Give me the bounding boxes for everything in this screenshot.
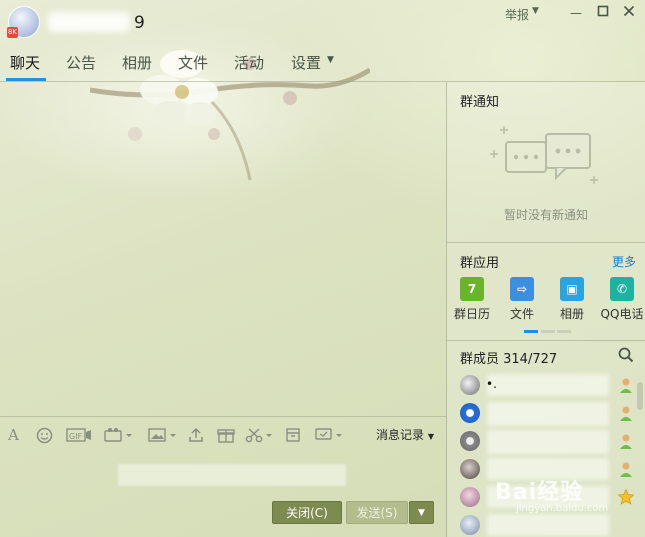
send-button[interactable]: 发送(S) — [346, 501, 408, 524]
members-scrollbar[interactable] — [637, 382, 643, 410]
app-label: QQ电话 — [600, 307, 644, 321]
tab-settings[interactable]: 设置 — [291, 52, 321, 73]
feedback-icon[interactable] — [315, 427, 345, 443]
album-icon: ▣ — [560, 277, 584, 301]
app-album[interactable]: ▣ 相册 — [548, 277, 596, 322]
member-role-icon — [620, 434, 632, 449]
phone-icon: ✆ — [610, 277, 634, 301]
message-area[interactable] — [0, 82, 446, 416]
empty-notice-illustration — [490, 126, 598, 184]
close-icon[interactable] — [621, 5, 637, 21]
avatar — [460, 375, 480, 395]
tab-activity[interactable]: 活动 — [234, 52, 264, 73]
close-button[interactable]: 关闭(C) — [272, 501, 342, 524]
group-name-redacted — [48, 12, 130, 32]
gift-icon[interactable] — [217, 427, 235, 443]
member-role-icon — [620, 462, 632, 477]
tab-chat[interactable]: 聊天 — [10, 52, 40, 73]
video-icon[interactable] — [104, 427, 134, 443]
avatar — [460, 403, 480, 423]
settings-chevron-icon[interactable]: ▼ — [327, 55, 334, 65]
app-files[interactable]: ⇨ 文件 — [498, 277, 546, 322]
font-icon[interactable]: A — [8, 427, 19, 443]
doc-icon[interactable] — [285, 427, 301, 443]
member-name-redacted — [487, 430, 609, 454]
member-name-redacted — [487, 514, 609, 536]
member-row[interactable] — [447, 400, 637, 428]
app-label: 群日历 — [453, 307, 490, 321]
app-label: 相册 — [559, 307, 584, 321]
member-name-redacted — [487, 402, 609, 426]
member-row[interactable] — [447, 512, 637, 537]
message-record-label: 消息记录 — [376, 428, 425, 442]
app-qq-call[interactable]: ✆ QQ电话 — [598, 277, 645, 322]
message-record-button[interactable]: 消息记录 ▼ — [376, 426, 434, 443]
section-divider — [447, 340, 645, 341]
members-title: 群成员 314/727 — [460, 352, 558, 367]
tab-announcement[interactable]: 公告 — [66, 52, 96, 73]
report-button[interactable]: 举报 — [505, 6, 529, 23]
app-calendar[interactable]: 7 群日历 — [448, 277, 496, 322]
tab-album[interactable]: 相册 — [122, 52, 152, 73]
app-label: 文件 — [509, 307, 534, 321]
notice-empty-text: 暂时没有新通知 — [503, 208, 588, 222]
screenshot-icon[interactable] — [245, 427, 275, 443]
emoji-icon[interactable] — [36, 427, 53, 444]
baidu-watermark: Bai经验 — [495, 480, 584, 505]
maximize-icon[interactable] — [595, 5, 611, 21]
upload-icon[interactable] — [188, 427, 204, 443]
search-icon[interactable] — [618, 347, 634, 363]
group-name: 9 — [134, 13, 145, 33]
message-input[interactable] — [118, 464, 346, 486]
apps-page-indicator-active[interactable] — [524, 330, 538, 333]
admin-star-icon — [617, 488, 635, 505]
svg-text:GIF: GIF — [69, 432, 83, 441]
member-row[interactable]: •. — [447, 372, 637, 400]
member-row[interactable] — [447, 428, 637, 456]
apps-title: 群应用 — [460, 256, 500, 271]
baidu-watermark-url: jingyan.baidu.com — [516, 503, 609, 514]
member-role-icon — [620, 406, 632, 421]
minimize-icon[interactable]: — — [568, 5, 584, 21]
apps-page-indicator[interactable] — [557, 330, 571, 333]
member-name-redacted — [487, 374, 609, 396]
member-role-icon — [620, 378, 632, 393]
image-icon[interactable] — [148, 427, 178, 443]
member-name: •. — [486, 377, 497, 391]
chevron-down-icon: ▼ — [427, 432, 434, 441]
tab-files[interactable]: 文件 — [178, 52, 208, 73]
apps-page-indicator[interactable] — [541, 330, 555, 333]
chevron-down-icon[interactable]: ▼ — [532, 6, 539, 16]
gif-icon[interactable]: GIF — [66, 427, 92, 443]
avatar — [460, 459, 480, 479]
send-options-chevron-icon[interactable]: ▼ — [409, 501, 434, 524]
file-icon: ⇨ — [510, 277, 534, 301]
section-divider — [447, 242, 645, 243]
calendar-icon: 7 — [460, 277, 484, 301]
title-bar: 8K 9 举报 ▼ — — [0, 0, 645, 44]
more-apps-link[interactable]: 更多 — [612, 253, 636, 270]
avatar — [460, 515, 480, 535]
avatar — [460, 487, 480, 507]
notice-title: 群通知 — [460, 95, 500, 110]
level-badge: 8K — [7, 27, 18, 38]
tab-bar: 聊天 公告 相册 文件 活动 设置 ▼ — [0, 48, 645, 82]
avatar — [460, 431, 480, 451]
